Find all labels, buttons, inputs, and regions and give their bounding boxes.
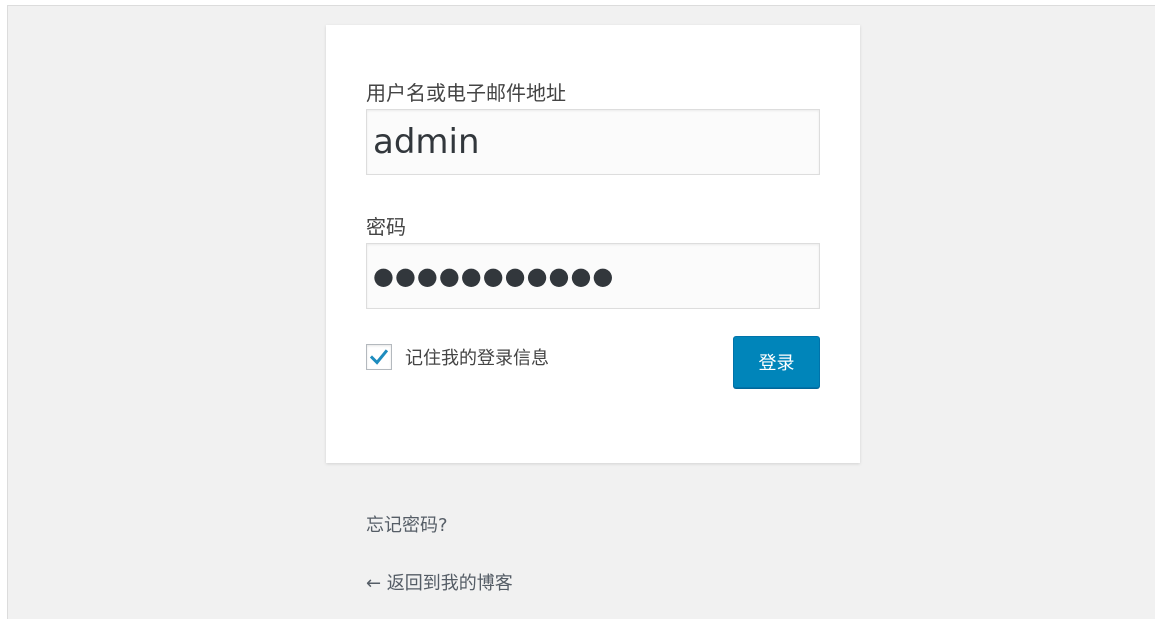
login-form: 用户名或电子邮件地址 密码 记住我的登录信息 登录 [326,25,860,463]
remember-me-label[interactable]: 记住我的登录信息 [405,344,549,370]
back-to-blog-link[interactable]: ← 返回到我的博客 [366,569,513,595]
login-page: 用户名或电子邮件地址 密码 记住我的登录信息 登录 忘记密码? ← 返回到我的博… [7,5,1155,619]
check-icon [369,349,389,365]
password-input[interactable] [366,243,820,309]
login-button[interactable]: 登录 [733,336,820,388]
username-input[interactable] [366,109,820,175]
remember-me-checkbox[interactable] [366,344,392,370]
password-label: 密码 [366,215,406,239]
remember-me-row: 记住我的登录信息 [366,341,549,373]
lost-password-link[interactable]: 忘记密码? [366,511,448,537]
username-label: 用户名或电子邮件地址 [366,81,566,105]
